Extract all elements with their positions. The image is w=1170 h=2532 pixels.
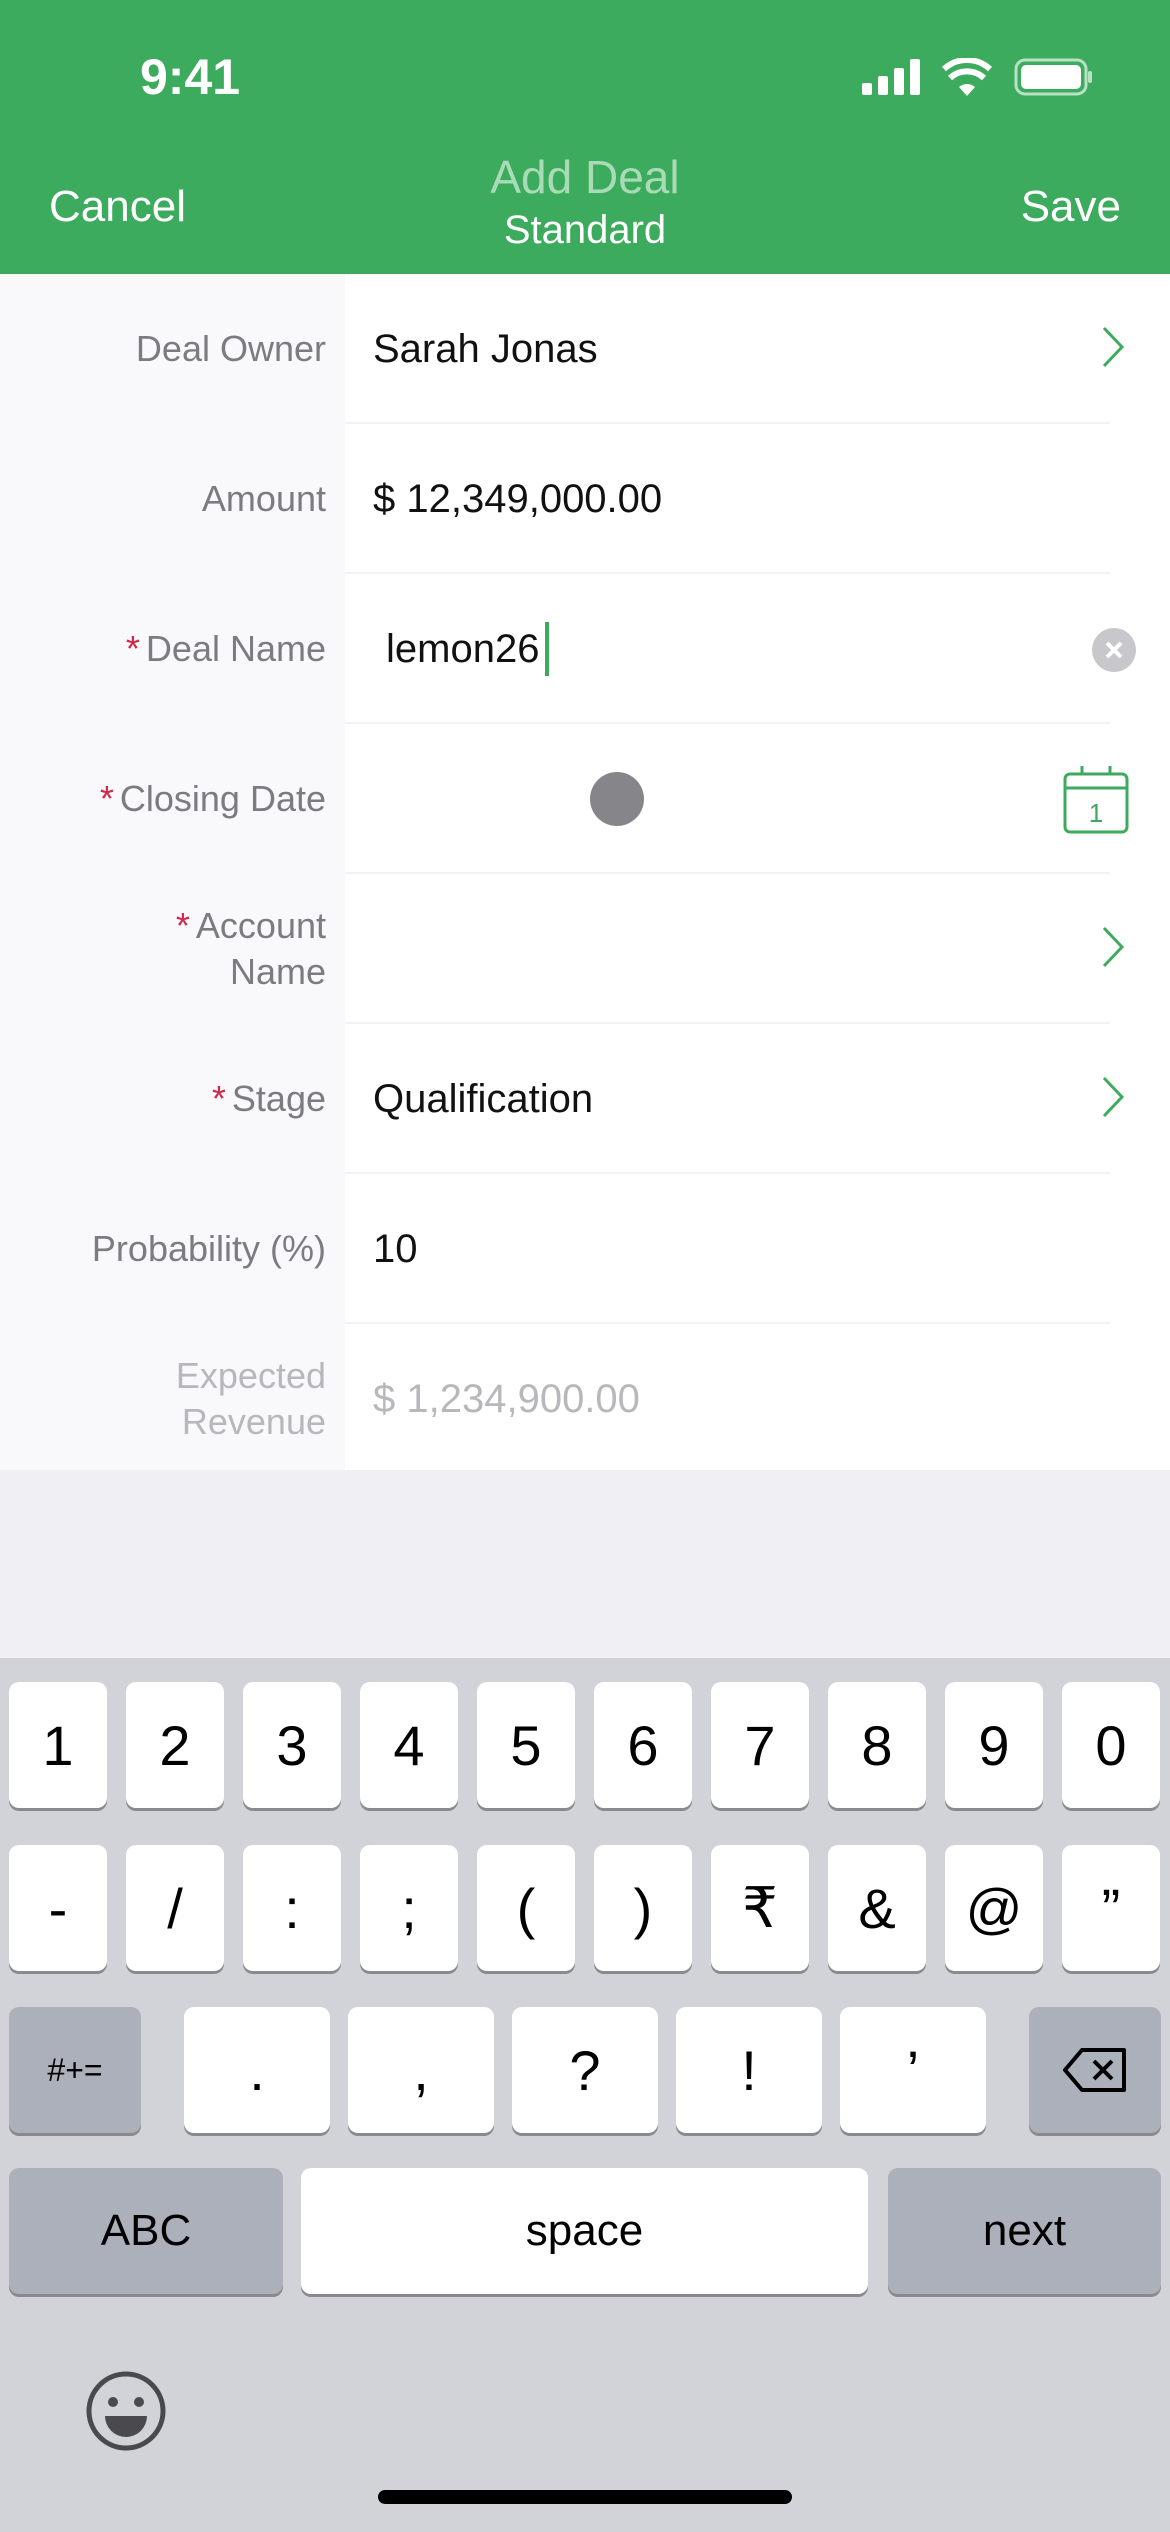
required-asterisk: *	[211, 1078, 226, 1119]
status-time: 9:41	[140, 49, 241, 105]
nav-header: 9:41 Cancel Add Deal Standard Save	[0, 0, 1170, 274]
touch-indicator	[590, 772, 644, 826]
key-punctuation[interactable]: ’	[840, 2007, 986, 2133]
text-cursor	[545, 622, 550, 676]
wifi-icon	[942, 58, 992, 96]
key-symbol[interactable]: ₹	[711, 1845, 809, 1971]
key-digit[interactable]: 5	[477, 1682, 575, 1808]
key-digit[interactable]: 1	[9, 1682, 107, 1808]
status-icons	[862, 58, 1094, 96]
home-indicator	[378, 2490, 792, 2504]
field-expected-revenue: Expected Revenue $ 1,234,900.00	[0, 1324, 1170, 1474]
delete-key[interactable]	[1029, 2007, 1161, 2133]
key-symbol[interactable]: &	[828, 1845, 926, 1971]
save-button[interactable]: Save	[1021, 182, 1121, 232]
key-digit[interactable]: 4	[360, 1682, 458, 1808]
next-key[interactable]: next	[888, 2168, 1161, 2294]
key-punctuation[interactable]: ?	[512, 2007, 658, 2133]
field-value: Sarah Jonas	[373, 326, 598, 371]
field-label: Probability (%)	[91, 1228, 326, 1269]
deal-form: Deal Owner Sarah Jonas Amount $ 12,349,0…	[0, 274, 1170, 1470]
key-symbol[interactable]: ;	[360, 1845, 458, 1971]
field-probability[interactable]: Probability (%) 10	[0, 1174, 1170, 1324]
field-label: Deal Owner	[135, 328, 326, 369]
key-symbol[interactable]: /	[126, 1845, 224, 1971]
required-asterisk: *	[175, 905, 190, 946]
space-key[interactable]: space	[301, 2168, 868, 2294]
key-symbol[interactable]: @	[945, 1845, 1043, 1971]
chevron-right-icon	[1102, 1076, 1125, 1118]
required-asterisk: *	[125, 628, 140, 669]
key-digit[interactable]: 9	[945, 1682, 1043, 1808]
key-punctuation[interactable]: ,	[348, 2007, 494, 2133]
battery-icon	[1014, 58, 1092, 96]
field-label: * Account Name	[175, 905, 326, 992]
field-stage[interactable]: * Stage Qualification	[0, 1024, 1170, 1174]
key-punctuation[interactable]: !	[676, 2007, 822, 2133]
key-digit[interactable]: 7	[711, 1682, 809, 1808]
key-symbol[interactable]: :	[243, 1845, 341, 1971]
field-deal-owner[interactable]: Deal Owner Sarah Jonas	[0, 274, 1170, 424]
svg-text:1: 1	[1089, 798, 1103, 828]
field-account-name[interactable]: * Account Name	[0, 874, 1170, 1024]
required-asterisk: *	[99, 778, 114, 819]
field-value: Qualification	[373, 1076, 594, 1121]
key-punctuation[interactable]: .	[184, 2007, 330, 2133]
field-value: 10	[373, 1226, 418, 1271]
key-symbol[interactable]: -	[9, 1845, 107, 1971]
key-digit[interactable]: 3	[243, 1682, 341, 1808]
key-digit[interactable]: 8	[828, 1682, 926, 1808]
field-deal-name[interactable]: * Deal Name lemon26	[0, 574, 1170, 724]
calendar-icon[interactable]: 1	[1062, 764, 1130, 836]
field-label: Expected Revenue	[175, 1355, 326, 1442]
page-title: Add Deal	[490, 151, 680, 203]
field-label: * Closing Date	[0, 724, 326, 874]
key-symbol[interactable]: )	[594, 1845, 692, 1971]
field-closing-date[interactable]: * Closing Date 1	[0, 724, 1170, 874]
deal-name-input[interactable]: lemon26	[386, 627, 539, 672]
key-digit[interactable]: 6	[594, 1682, 692, 1808]
key-digit[interactable]: 0	[1062, 1682, 1160, 1808]
field-value: $ 12,349,000.00	[373, 476, 663, 521]
abc-key[interactable]: ABC	[9, 2168, 283, 2294]
key-symbol[interactable]: (	[477, 1845, 575, 1971]
field-amount[interactable]: Amount $ 12,349,000.00	[0, 424, 1170, 574]
key-symbol[interactable]: ”	[1062, 1845, 1160, 1971]
deal-name-field[interactable]: lemon26	[386, 574, 550, 724]
clear-icon[interactable]	[1092, 628, 1136, 672]
emoji-icon[interactable]	[85, 2370, 167, 2457]
signal-icon	[862, 59, 920, 95]
key-digit[interactable]: 2	[126, 1682, 224, 1808]
field-label: Amount	[201, 478, 326, 519]
chevron-right-icon	[1102, 326, 1125, 368]
chevron-right-icon	[1102, 926, 1125, 968]
keyboard: 1 -2 /3:4; 5 (6) 7 ₹8 & 9 @0 ” #+=.,?!’ ABC space next	[0, 1658, 1170, 2532]
field-value: $ 1,234,900.00	[373, 1376, 640, 1421]
field-label: * Stage	[0, 1024, 326, 1174]
more-symbols-key[interactable]: #+=	[9, 2007, 141, 2133]
layout-subtitle[interactable]: Standard	[0, 208, 1170, 253]
delete-icon	[1063, 2048, 1126, 2092]
field-label: * Deal Name	[0, 574, 326, 724]
